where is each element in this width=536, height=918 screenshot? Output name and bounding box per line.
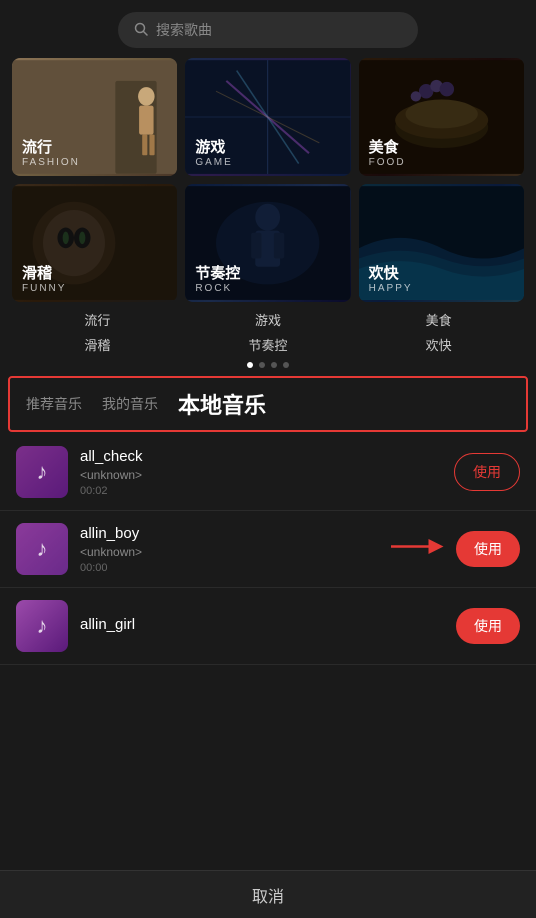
cancel-bar[interactable]: 取消 bbox=[0, 870, 536, 918]
genre-item-game[interactable]: 游戏 GAME bbox=[185, 58, 350, 176]
song-title-allin-girl: allin_girl bbox=[80, 616, 444, 633]
search-icon bbox=[134, 22, 148, 39]
genre-en-rock: ROCK bbox=[195, 283, 232, 294]
music-note-icon-2: ♪ bbox=[37, 536, 48, 562]
genre-bg-happy: 欢快 HAPPY bbox=[359, 184, 524, 302]
genre-grid: 流行 FASHION 游戏 GAME bbox=[0, 58, 536, 302]
genre-en-game: GAME bbox=[195, 157, 232, 168]
genre-item-rock[interactable]: 节奏控 ROCK bbox=[185, 184, 350, 302]
song-info-allin-girl: allin_girl bbox=[80, 616, 444, 636]
use-btn-all-check[interactable]: 使用 bbox=[454, 453, 520, 491]
genre-text-overlay-game: 游戏 GAME bbox=[185, 58, 350, 176]
genre-label-food: 美食 bbox=[353, 310, 524, 329]
song-duration-allin-boy: 00:00 bbox=[80, 562, 444, 574]
genre-text-overlay-fashion: 流行 FASHION bbox=[12, 58, 177, 176]
genre-bg-funny: 滑稽 FUNNY bbox=[12, 184, 177, 302]
genre-bg-fashion: 流行 FASHION bbox=[12, 58, 177, 176]
genre-item-food[interactable]: 美食 FOOD bbox=[359, 58, 524, 176]
music-note-icon: ♪ bbox=[37, 459, 48, 485]
music-note-icon-3: ♪ bbox=[37, 613, 48, 639]
song-artist-allin-boy: <unknown> bbox=[80, 545, 444, 559]
pagination-dots bbox=[0, 358, 536, 376]
dot-3 bbox=[271, 362, 277, 368]
song-item-all-check: ♪ all_check <unknown> 00:02 使用 bbox=[0, 434, 536, 511]
genre-item-fashion[interactable]: 流行 FASHION bbox=[12, 58, 177, 176]
genre-en-happy: HAPPY bbox=[369, 283, 413, 294]
song-item-allin-girl: ♪ allin_girl 使用 bbox=[0, 588, 536, 665]
search-placeholder: 搜索歌曲 bbox=[156, 20, 212, 40]
search-bar: 搜索歌曲 bbox=[0, 0, 536, 58]
genre-cn-rock: 节奏控 bbox=[195, 265, 240, 283]
genre-en-food: FOOD bbox=[369, 157, 406, 168]
genre-label-happy: 欢快 bbox=[353, 335, 524, 354]
genre-cn-funny: 滑稽 bbox=[22, 265, 52, 283]
song-info-all-check: all_check <unknown> 00:02 bbox=[80, 448, 442, 497]
song-list: ♪ all_check <unknown> 00:02 使用 ♪ allin_b… bbox=[0, 434, 536, 665]
genre-labels-row2: 滑稽 节奏控 欢快 bbox=[0, 335, 536, 358]
dot-2 bbox=[259, 362, 265, 368]
use-btn-allin-boy[interactable]: 使用 bbox=[456, 531, 520, 567]
genre-item-funny[interactable]: 滑稽 FUNNY bbox=[12, 184, 177, 302]
use-btn-allin-girl[interactable]: 使用 bbox=[456, 608, 520, 644]
dot-4 bbox=[283, 362, 289, 368]
genre-label-rock: 节奏控 bbox=[183, 335, 354, 354]
genre-en-fashion: FASHION bbox=[22, 157, 80, 168]
song-thumb-allin-boy: ♪ bbox=[16, 523, 68, 575]
genre-item-happy[interactable]: 欢快 HAPPY bbox=[359, 184, 524, 302]
song-title-all-check: all_check bbox=[80, 448, 442, 465]
song-info-allin-boy: allin_boy <unknown> 00:00 bbox=[80, 525, 444, 574]
song-artist-all-check: <unknown> bbox=[80, 468, 442, 482]
song-duration-all-check: 00:02 bbox=[80, 485, 442, 497]
genre-cn-game: 游戏 bbox=[195, 139, 225, 157]
song-thumb-all-check: ♪ bbox=[16, 446, 68, 498]
song-item-allin-boy: ♪ allin_boy <unknown> 00:00 使用 bbox=[0, 511, 536, 588]
genre-label-funny: 滑稽 bbox=[12, 335, 183, 354]
tab-recommend[interactable]: 推荐音乐 bbox=[26, 394, 82, 414]
genre-bg-food: 美食 FOOD bbox=[359, 58, 524, 176]
tabs-section: 推荐音乐 我的音乐 本地音乐 bbox=[8, 376, 528, 432]
genre-cn-happy: 欢快 bbox=[369, 265, 399, 283]
song-thumb-allin-girl: ♪ bbox=[16, 600, 68, 652]
genre-bg-game: 游戏 GAME bbox=[185, 58, 350, 176]
genre-text-overlay-food: 美食 FOOD bbox=[359, 58, 524, 176]
search-input-wrap[interactable]: 搜索歌曲 bbox=[118, 12, 418, 48]
tab-local-music[interactable]: 本地音乐 bbox=[178, 388, 266, 420]
dot-1 bbox=[247, 362, 253, 368]
song-title-allin-boy: allin_boy bbox=[80, 525, 444, 542]
genre-cn-fashion: 流行 bbox=[22, 139, 52, 157]
genre-text-overlay-funny: 滑稽 FUNNY bbox=[12, 184, 177, 302]
genre-text-overlay-rock: 节奏控 ROCK bbox=[185, 184, 350, 302]
cancel-text: 取消 bbox=[252, 883, 284, 907]
genre-bg-rock: 节奏控 ROCK bbox=[185, 184, 350, 302]
tab-my-music[interactable]: 我的音乐 bbox=[102, 394, 158, 414]
genre-labels-row1: 流行 游戏 美食 bbox=[0, 310, 536, 335]
genre-en-funny: FUNNY bbox=[22, 283, 66, 294]
genre-text-overlay-happy: 欢快 HAPPY bbox=[359, 184, 524, 302]
genre-cn-food: 美食 bbox=[369, 139, 399, 157]
genre-label-fashion: 流行 bbox=[12, 310, 183, 329]
genre-label-game: 游戏 bbox=[183, 310, 354, 329]
